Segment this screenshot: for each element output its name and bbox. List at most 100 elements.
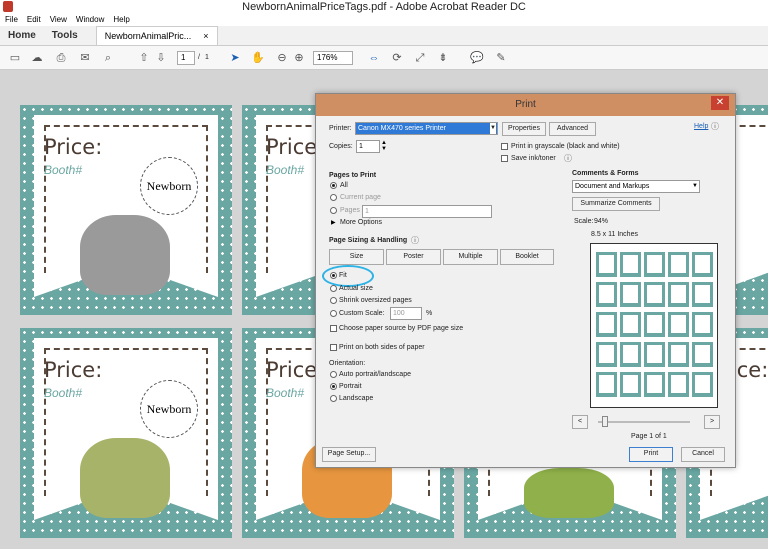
page-down-icon[interactable]: ⇩ [154, 51, 168, 65]
summarize-comments-button[interactable]: Summarize Comments [572, 197, 660, 211]
both-sides-checkbox[interactable] [330, 344, 337, 351]
landscape-radio[interactable] [330, 395, 337, 402]
portrait-radio[interactable] [330, 383, 337, 390]
zoom-in-icon[interactable]: ⊕ [292, 51, 306, 65]
close-icon[interactable]: × [203, 27, 208, 45]
page-number-input[interactable]: 1 [177, 51, 195, 65]
help-link[interactable]: Help [694, 123, 708, 130]
next-page-button[interactable]: > [704, 415, 720, 429]
cloud-upload-icon[interactable]: ☁ [30, 51, 44, 65]
hand-tool-icon[interactable]: ✋ [251, 51, 265, 65]
preview-thumbnail-tile [620, 342, 641, 367]
sizing-info-icon[interactable]: ⓘ [411, 235, 419, 246]
dialog-title: Print [515, 99, 536, 110]
comments-select[interactable]: Document and Markups ▼ [572, 180, 700, 193]
menu-view[interactable]: View [50, 14, 67, 26]
preview-thumbnail-tile [620, 312, 641, 337]
dialog-close-button[interactable]: ✕ [711, 96, 729, 110]
properties-button[interactable]: Properties [502, 122, 546, 136]
pages-label: Pages [340, 207, 360, 214]
page-slider-track[interactable] [598, 421, 690, 423]
booth-label: Booth# [266, 386, 305, 400]
scroll-mode-icon[interactable]: ⇟ [436, 51, 450, 65]
prev-page-button[interactable]: < [572, 415, 588, 429]
booth-label: Booth# [266, 163, 305, 177]
choose-paper-checkbox[interactable] [330, 325, 337, 332]
menu-file[interactable]: File [5, 14, 18, 26]
elephant-illustration [80, 215, 170, 295]
zoom-out-icon[interactable]: ⊖ [275, 51, 289, 65]
print-icon[interactable]: ⎙ [54, 51, 68, 65]
poster-button[interactable]: Poster [386, 249, 441, 265]
newborn-label: Newborn [146, 401, 192, 416]
advanced-button[interactable]: Advanced [549, 122, 596, 136]
print-button[interactable]: Print [629, 447, 673, 462]
comments-value: Document and Markups [575, 183, 650, 190]
price-label: Price: [44, 135, 103, 159]
all-pages-radio[interactable] [330, 182, 337, 189]
info-icon[interactable]: ⓘ [564, 153, 572, 164]
orientation-label: Orientation: [329, 360, 366, 367]
save-icon[interactable]: ▭ [8, 51, 22, 65]
fit-width-icon[interactable]: ⇔ [367, 51, 381, 65]
copies-label: Copies: [329, 143, 353, 150]
tab-document[interactable]: NewbornAnimalPric... × [95, 26, 218, 45]
printer-select[interactable]: Canon MX470 series Printer ▼ [355, 122, 498, 135]
printer-label: Printer: [329, 125, 352, 132]
page-total: 1 [205, 54, 209, 61]
multiple-button[interactable]: Multiple [443, 249, 498, 265]
sign-pen-icon[interactable]: ✎ [494, 51, 508, 65]
save-ink-checkbox[interactable] [501, 155, 508, 162]
preview-thumbnail-tile [644, 282, 665, 307]
menu-edit[interactable]: Edit [27, 14, 41, 26]
scale-value: 94% [594, 218, 609, 225]
portrait-label: Portrait [339, 383, 362, 390]
grayscale-label: Print in grayscale (black and white) [511, 143, 620, 150]
preview-thumbnail-tile [596, 342, 617, 367]
cancel-button[interactable]: Cancel [681, 447, 725, 462]
preview-thumbnail-tile [644, 372, 665, 397]
search-icon[interactable]: ⌕ [101, 51, 115, 65]
page-setup-button[interactable]: Page Setup... [322, 447, 376, 462]
preview-thumbnail-tile [692, 342, 713, 367]
page-up-icon[interactable]: ⇧ [137, 51, 151, 65]
size-button[interactable]: Size [329, 249, 384, 265]
crocodile-illustration [524, 468, 614, 518]
pages-radio[interactable] [330, 207, 337, 214]
paper-size-label: 8.5 x 11 Inches [591, 231, 638, 238]
full-screen-icon[interactable]: ⤢ [413, 51, 427, 65]
menu-help[interactable]: Help [113, 14, 129, 26]
page-slider-thumb[interactable] [602, 416, 608, 427]
toolbar: ▭ ☁ ⎙ ✉ ⌕ ⇧ ⇩ 1 / 1 ➤ ✋ ⊖ ⊕ 176% ⇔ ⟳ ⤢ ⇟… [0, 46, 768, 70]
booklet-button[interactable]: Booklet [500, 249, 554, 265]
help-icon[interactable]: ⓘ [711, 121, 719, 132]
more-options-toggle[interactable]: More Options [340, 219, 382, 226]
rotate-icon[interactable]: ⟳ [390, 51, 404, 65]
expand-arrow-icon[interactable]: ▶ [331, 219, 336, 226]
shrink-label: Shrink oversized pages [339, 297, 412, 304]
both-sides-label: Print on both sides of paper [339, 344, 425, 351]
current-page-radio[interactable] [330, 194, 337, 201]
email-icon[interactable]: ✉ [78, 51, 92, 65]
tab-document-label: NewbornAnimalPric... [104, 31, 192, 41]
grayscale-checkbox[interactable] [501, 143, 508, 150]
zoom-dropdown[interactable]: 176% [313, 51, 353, 65]
custom-scale-radio[interactable] [330, 310, 337, 317]
custom-scale-input[interactable]: 100 [390, 307, 422, 320]
comment-icon[interactable]: 💬 [470, 51, 484, 65]
booth-label: Booth# [44, 163, 83, 177]
preview-thumbnail-tile [692, 372, 713, 397]
auto-orient-radio[interactable] [330, 371, 337, 378]
select-cursor-icon[interactable]: ➤ [228, 51, 242, 65]
copies-stepper-icon[interactable]: ▲ ▼ [381, 140, 387, 152]
comments-forms-header: Comments & Forms [572, 170, 639, 177]
actual-size-radio[interactable] [330, 285, 337, 292]
copies-input[interactable]: 1 [356, 140, 380, 153]
preview-thumbnail-tile [620, 282, 641, 307]
tab-tools[interactable]: Tools [44, 26, 86, 45]
shrink-radio[interactable] [330, 297, 337, 304]
pages-range-input[interactable]: 1 [362, 205, 492, 218]
menu-window[interactable]: Window [76, 14, 104, 26]
tab-home[interactable]: Home [0, 26, 44, 45]
tab-row: Home Tools NewbornAnimalPric... × [0, 26, 768, 46]
